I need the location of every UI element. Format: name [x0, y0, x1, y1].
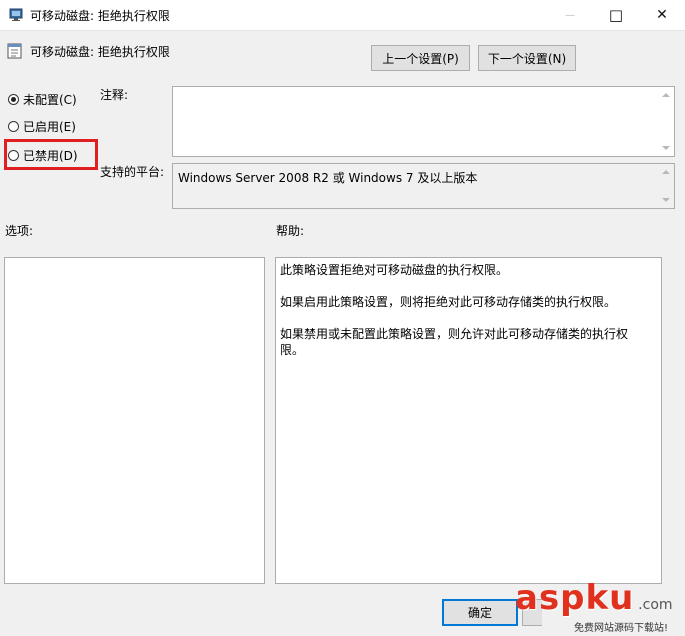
minimize-button[interactable]: —: [547, 0, 593, 30]
help-text: 此策略设置拒绝对可移动磁盘的执行权限。 如果启用此策略设置，则将拒绝对此可移动存…: [280, 262, 642, 374]
scroll-up-icon[interactable]: [662, 93, 670, 97]
scroll-up-icon[interactable]: [662, 170, 670, 174]
maximize-button[interactable]: □: [593, 0, 639, 30]
next-setting-button[interactable]: 下一个设置(N): [478, 45, 576, 71]
ok-button[interactable]: 确定: [442, 599, 518, 626]
help-paragraph: 如果禁用或未配置此策略设置，则允许对此可移动存储类的执行权限。: [280, 327, 629, 357]
scroll-down-icon[interactable]: [662, 198, 670, 202]
minimize-icon: —: [565, 9, 575, 21]
window-title: 可移动磁盘: 拒绝执行权限: [30, 9, 170, 23]
close-button[interactable]: ✕: [639, 0, 685, 30]
title-bar: 可移动磁盘: 拒绝执行权限 — □ ✕: [0, 0, 685, 31]
comment-scrollbar[interactable]: [658, 87, 674, 156]
options-pane: [4, 257, 265, 584]
options-label: 选项:: [5, 224, 34, 238]
previous-setting-button[interactable]: 上一个设置(P): [371, 45, 470, 71]
policy-setting-icon: [7, 43, 22, 59]
watermark-brand: aspku: [515, 578, 635, 618]
platform-label: 支持的平台:: [100, 165, 165, 179]
platform-scrollbar[interactable]: [658, 164, 674, 208]
scroll-down-icon[interactable]: [662, 146, 670, 150]
platform-value: Windows Server 2008 R2 或 Windows 7 及以上版本: [178, 171, 478, 185]
comment-textarea[interactable]: [172, 86, 675, 157]
comment-label: 注释:: [100, 88, 129, 102]
help-paragraph: 此策略设置拒绝对可移动磁盘的执行权限。: [280, 263, 509, 277]
radio-enabled[interactable]: 已启用(E): [8, 118, 76, 135]
watermark-suffix: .com: [638, 597, 673, 613]
help-paragraph: 如果启用此策略设置，则将拒绝对此可移动存储类的执行权限。: [280, 295, 617, 309]
watermark-tagline: 免费网站源码下载站!: [574, 623, 669, 634]
platform-field: Windows Server 2008 R2 或 Windows 7 及以上版本: [172, 163, 675, 209]
radio-enabled-label: 已启用(E): [23, 120, 76, 134]
highlight-box: [4, 139, 98, 170]
maximize-icon: □: [608, 6, 624, 24]
radio-not-configured[interactable]: 未配置(C): [8, 91, 77, 108]
policy-app-icon: [9, 8, 23, 21]
help-pane: 此策略设置拒绝对可移动磁盘的执行权限。 如果启用此策略设置，则将拒绝对此可移动存…: [275, 257, 662, 584]
radio-enabled-indicator[interactable]: [8, 121, 19, 132]
radio-not-configured-label: 未配置(C): [23, 93, 77, 107]
policy-name: 可移动磁盘: 拒绝执行权限: [30, 45, 170, 59]
close-icon: ✕: [656, 7, 668, 23]
help-label: 帮助:: [276, 224, 305, 238]
watermark-logo: aspku .com: [515, 578, 673, 618]
radio-not-configured-indicator[interactable]: [8, 94, 19, 105]
